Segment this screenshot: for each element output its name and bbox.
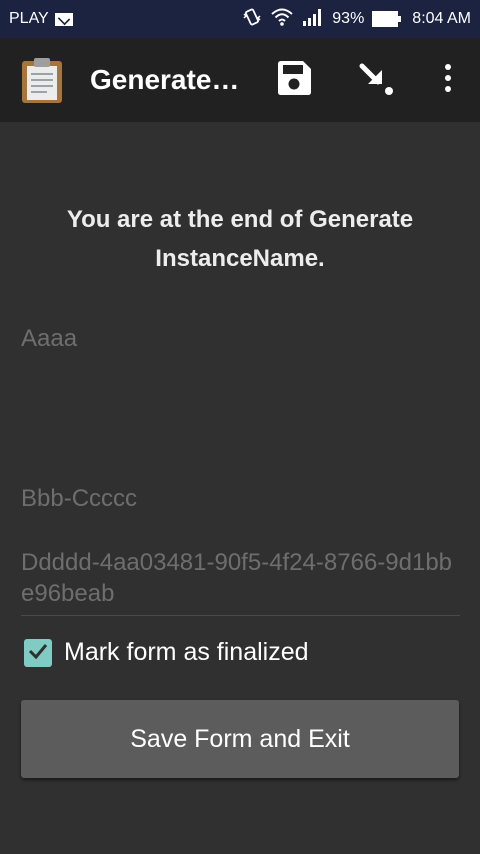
end-of-form-message: You are at the end of Generate InstanceN… bbox=[66, 206, 414, 272]
clipboard-icon bbox=[20, 56, 64, 104]
field-value-1: Aaaa bbox=[21, 325, 78, 352]
mark-finalized-label: Mark form as finalized bbox=[64, 638, 309, 666]
mail-icon bbox=[54, 12, 73, 26]
more-options-icon bbox=[443, 63, 453, 97]
carrier-label: PLAY bbox=[9, 10, 49, 27]
save-icon bbox=[275, 59, 313, 101]
battery-icon bbox=[372, 11, 402, 27]
signal-icon bbox=[302, 8, 324, 31]
go-to-end-button[interactable] bbox=[356, 60, 396, 100]
more-options-button[interactable] bbox=[428, 60, 468, 100]
battery-percent: 93% bbox=[332, 10, 365, 27]
wifi-icon bbox=[270, 7, 294, 32]
divider bbox=[21, 615, 460, 616]
form-end-view: You are at the end of Generate InstanceN… bbox=[0, 122, 480, 854]
app-bar: Generate… bbox=[0, 38, 480, 122]
save-button[interactable] bbox=[274, 60, 314, 100]
mark-finalized-checkbox[interactable] bbox=[24, 638, 52, 667]
checkmark-icon bbox=[27, 640, 49, 666]
instance-name-value: Ddddd-4aa03481-90f5-4f24-8766-9d1bbe96be… bbox=[21, 549, 453, 607]
status-bar: PLAY 93% 8:04 AM bbox=[0, 0, 480, 38]
vibrate-icon bbox=[242, 7, 262, 32]
go-to-end-icon bbox=[356, 58, 396, 102]
clock: 8:04 AM bbox=[412, 10, 471, 27]
app-title: Generate… bbox=[90, 64, 240, 95]
field-value-2: Bbb-Ccccc bbox=[21, 485, 138, 512]
mark-finalized-row[interactable]: Mark form as finalized bbox=[24, 638, 309, 667]
save-form-and-exit-button[interactable]: Save Form and Exit bbox=[21, 700, 459, 778]
